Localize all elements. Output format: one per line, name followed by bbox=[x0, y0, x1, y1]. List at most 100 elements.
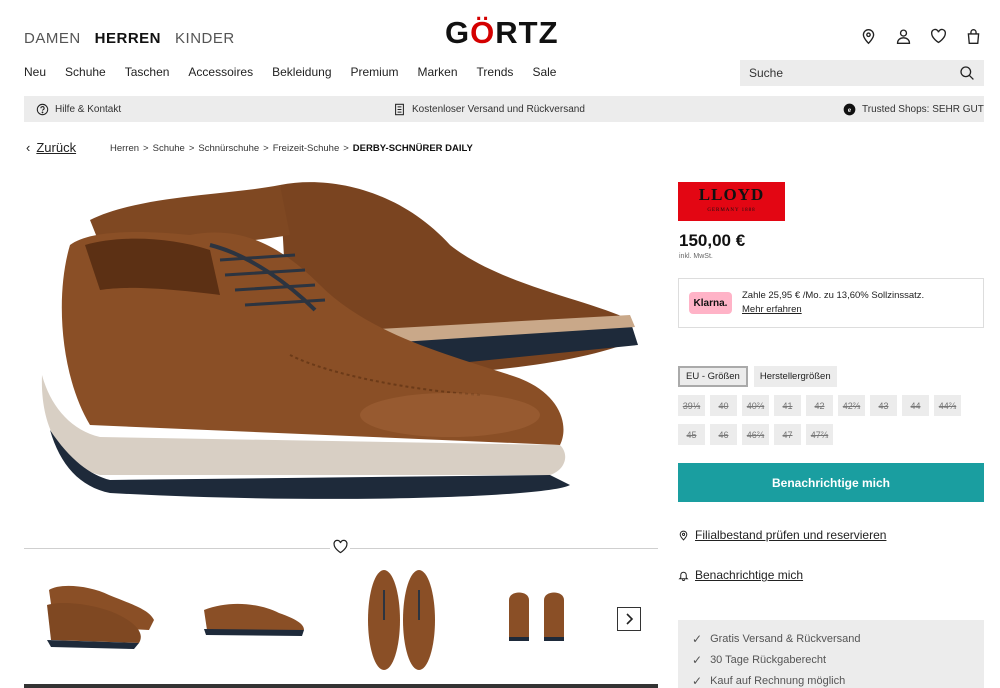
location-icon bbox=[679, 530, 688, 541]
benefit-item: ✓ Kauf auf Rechnung möglich bbox=[692, 670, 984, 688]
trusted-shops[interactable]: e Trusted Shops: SEHR GUT bbox=[843, 96, 984, 122]
tab-herren[interactable]: HERREN bbox=[95, 30, 161, 47]
nav-item-schuhe[interactable]: Schuhe bbox=[65, 65, 106, 79]
size-option[interactable]: 44 bbox=[902, 395, 929, 416]
benefit-item: ✓ Gratis Versand & Rückversand bbox=[692, 628, 984, 649]
breadcrumb-separator: > bbox=[188, 143, 195, 154]
thumbnail-4[interactable] bbox=[494, 565, 624, 675]
nav-item-premium[interactable]: Premium bbox=[351, 65, 399, 79]
trusted-shops-icon: e bbox=[843, 103, 856, 115]
size-option[interactable]: 40⅔ bbox=[742, 395, 769, 416]
breadcrumb-item[interactable]: Schuhe bbox=[153, 143, 185, 154]
logo-mark: Ö bbox=[470, 15, 496, 50]
search-icon[interactable] bbox=[959, 65, 975, 81]
thumbnail-strip bbox=[24, 565, 658, 675]
klarna-text: Zahle 25,95 € /Mo. zu 13,60% Sollzinssat… bbox=[742, 290, 925, 301]
size-option[interactable]: 43 bbox=[870, 395, 897, 416]
size-option[interactable]: 46⅔ bbox=[742, 424, 769, 445]
back-label: Zurück bbox=[36, 140, 77, 155]
gender-nav: DAMEN HERREN KINDER bbox=[24, 30, 235, 47]
user-icon[interactable] bbox=[895, 28, 912, 45]
heart-icon bbox=[332, 539, 348, 554]
nav-item-bekleidung[interactable]: Bekleidung bbox=[272, 65, 331, 79]
breadcrumb-separator: > bbox=[143, 143, 149, 154]
nav-item-marken[interactable]: Marken bbox=[418, 65, 458, 79]
nav-item-accessoires[interactable]: Accessoires bbox=[188, 65, 253, 79]
brand-sub: GERMANY 1888 bbox=[707, 208, 756, 213]
breadcrumb-item[interactable]: Schnürschuhe bbox=[198, 143, 259, 154]
heart-icon[interactable] bbox=[930, 28, 947, 45]
wishlist-button[interactable] bbox=[330, 539, 350, 557]
nav-item-sale[interactable]: Sale bbox=[532, 65, 556, 79]
thumbnail-1[interactable] bbox=[39, 565, 169, 675]
shipping-label: Kostenloser Versand und Rückversand bbox=[412, 103, 585, 115]
breadcrumb-item[interactable]: Herren bbox=[110, 143, 139, 154]
vat-note: inkl. MwSt. bbox=[679, 253, 713, 260]
notify-link-label: Benachrichtige mich bbox=[695, 568, 804, 582]
search-input[interactable]: Suche bbox=[740, 60, 984, 86]
benefit-label: Kauf auf Rechnung möglich bbox=[710, 674, 846, 687]
breadcrumb-separator: > bbox=[263, 143, 269, 154]
breadcrumb: Herren > Schuhe > Schnürschuhe > Freizei… bbox=[110, 143, 473, 154]
benefit-label: 30 Tage Rückgaberecht bbox=[710, 653, 827, 666]
bottom-bar bbox=[24, 684, 658, 688]
service-bar: Hilfe & Kontakt Kostenloser Versand und … bbox=[24, 96, 984, 122]
brand-logo[interactable]: LLOYD GERMANY 1888 bbox=[678, 182, 785, 221]
logo-text-2: RTZ bbox=[495, 15, 559, 50]
chevron-right-icon bbox=[626, 613, 634, 625]
bag-icon[interactable] bbox=[965, 28, 982, 45]
size-option[interactable]: 44⅔ bbox=[934, 395, 961, 416]
klarna-badge: Klarna. bbox=[689, 292, 732, 314]
thumbnail-next-button[interactable] bbox=[617, 607, 641, 631]
breadcrumb-current: DERBY-SCHNÜRER DAILY bbox=[352, 143, 473, 154]
check-icon: ✓ bbox=[692, 673, 703, 688]
benefits-box: ✓ Gratis Versand & Rückversand ✓ 30 Tage R… bbox=[678, 620, 984, 688]
tab-kinder[interactable]: KINDER bbox=[175, 30, 235, 47]
svg-text:e: e bbox=[848, 106, 851, 114]
help-link[interactable]: Hilfe & Kontakt bbox=[36, 96, 121, 122]
size-option[interactable]: 39⅓ bbox=[678, 395, 705, 416]
breadcrumb-item[interactable]: Freizeit-Schuhe bbox=[273, 143, 340, 154]
nav-item-taschen[interactable]: Taschen bbox=[125, 65, 170, 79]
location-icon[interactable] bbox=[860, 28, 877, 45]
bell-icon bbox=[678, 571, 689, 581]
size-option[interactable]: 40 bbox=[710, 395, 737, 416]
size-option[interactable]: 42⅔ bbox=[838, 395, 865, 416]
size-option[interactable]: 42 bbox=[806, 395, 833, 416]
size-option[interactable]: 45 bbox=[678, 424, 705, 445]
thumbnail-2[interactable] bbox=[199, 565, 329, 675]
check-icon: ✓ bbox=[692, 631, 703, 646]
store-link-label: Filialbestand prüfen und reservieren bbox=[695, 528, 887, 542]
size-option[interactable]: 41 bbox=[774, 395, 801, 416]
notify-link[interactable]: Benachrichtige mich bbox=[678, 568, 803, 582]
size-option[interactable]: 46 bbox=[710, 424, 737, 445]
nav-item-trends[interactable]: Trends bbox=[477, 65, 514, 79]
main-nav: Neu Schuhe Taschen Accessoires Bekleidun… bbox=[24, 65, 556, 79]
breadcrumb-separator: > bbox=[343, 143, 349, 154]
size-system-tabs: EU - Größen Herstellergrößen bbox=[678, 366, 837, 387]
package-icon bbox=[395, 103, 404, 115]
size-option[interactable]: 47⅔ bbox=[806, 424, 833, 445]
benefit-label: Gratis Versand & Rückversand bbox=[710, 632, 861, 645]
search-placeholder: Suche bbox=[749, 66, 784, 80]
notify-button[interactable]: Benachrichtige mich bbox=[678, 463, 984, 502]
logo-text-1: G bbox=[445, 15, 471, 50]
store-availability-link[interactable]: Filialbestand prüfen und reservieren bbox=[678, 528, 886, 542]
brand-name: LLOYD bbox=[698, 185, 765, 204]
logo[interactable]: GÖRTZ bbox=[445, 15, 559, 51]
back-link[interactable]: ‹ Zurück bbox=[26, 140, 76, 155]
help-label: Hilfe & Kontakt bbox=[55, 103, 122, 115]
price: 150,00 € bbox=[679, 231, 746, 250]
tab-manufacturer-sizes[interactable]: Herstellergrößen bbox=[753, 366, 837, 387]
product-image[interactable] bbox=[30, 175, 650, 535]
klarna-link[interactable]: Mehr erfahren bbox=[742, 304, 802, 315]
thumbnail-3[interactable] bbox=[354, 565, 484, 675]
check-icon: ✓ bbox=[692, 652, 703, 667]
shipping-info[interactable]: Kostenloser Versand und Rückversand bbox=[393, 96, 585, 122]
size-option[interactable]: 47 bbox=[774, 424, 801, 445]
trusted-label: Trusted Shops: SEHR GUT bbox=[862, 103, 984, 115]
tab-eu-sizes[interactable]: EU - Größen bbox=[678, 366, 748, 387]
nav-item-neu[interactable]: Neu bbox=[24, 65, 46, 79]
tab-damen[interactable]: DAMEN bbox=[24, 30, 81, 47]
question-icon bbox=[36, 103, 49, 115]
